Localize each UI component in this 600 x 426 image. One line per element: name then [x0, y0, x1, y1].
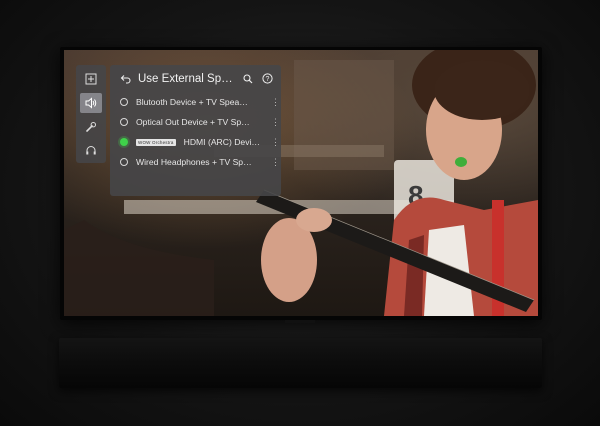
tv-screen: 8 Use External Spea ? Blutooth Device + …	[64, 50, 538, 316]
more-options-icon[interactable]: ⋮	[271, 157, 280, 167]
more-options-icon[interactable]: ⋮	[271, 137, 280, 147]
headset-icon	[86, 146, 96, 155]
tv-stand	[285, 320, 315, 323]
external-speaker-panel: Use External Speak… ? Blutooth Device	[110, 65, 281, 196]
wrench-icon	[86, 122, 97, 132]
radio-button	[120, 118, 128, 126]
option-hdmi-arc[interactable]: WOW Orchestra HDMI (ARC) Devi… ⋮	[110, 132, 281, 152]
sidebar-item-picture[interactable]	[80, 69, 102, 89]
soundbar	[59, 338, 542, 388]
option-label: Blutooth Device + TV Spea…	[136, 97, 248, 107]
search-icon[interactable]	[242, 73, 254, 85]
more-options-icon[interactable]: ⋮	[271, 117, 280, 127]
picture-settings-icon	[85, 73, 97, 85]
panel-header: Use External Speak… ?	[110, 65, 281, 92]
radio-button-selected	[120, 138, 128, 146]
wow-orchestra-badge: WOW Orchestra	[136, 138, 176, 146]
svg-text:?: ?	[265, 76, 269, 83]
option-wired-headphones[interactable]: Wired Headphones + TV Sp… ⋮	[110, 152, 281, 172]
option-label: HDMI (ARC) Devi…	[183, 137, 260, 147]
option-bluetooth[interactable]: Blutooth Device + TV Spea… ⋮	[110, 92, 281, 112]
speaker-icon	[85, 97, 97, 109]
settings-sidebar	[76, 65, 106, 163]
option-optical[interactable]: Optical Out Device + TV Sp… ⋮	[110, 112, 281, 132]
help-icon[interactable]: ?	[261, 73, 273, 85]
tv-frame: 8 Use External Spea ? Blutooth Device + …	[60, 47, 542, 320]
more-options-icon[interactable]: ⋮	[271, 97, 280, 107]
sidebar-item-general[interactable]	[80, 117, 102, 137]
radio-button	[120, 158, 128, 166]
option-label: Wired Headphones + TV Sp…	[136, 157, 252, 167]
sidebar-item-sound[interactable]	[80, 93, 102, 113]
panel-title: Use External Speak…	[138, 72, 235, 85]
sidebar-item-support[interactable]	[80, 141, 102, 161]
option-label: Optical Out Device + TV Sp…	[136, 117, 250, 127]
back-arrow-icon[interactable]	[119, 73, 131, 85]
radio-button	[120, 98, 128, 106]
